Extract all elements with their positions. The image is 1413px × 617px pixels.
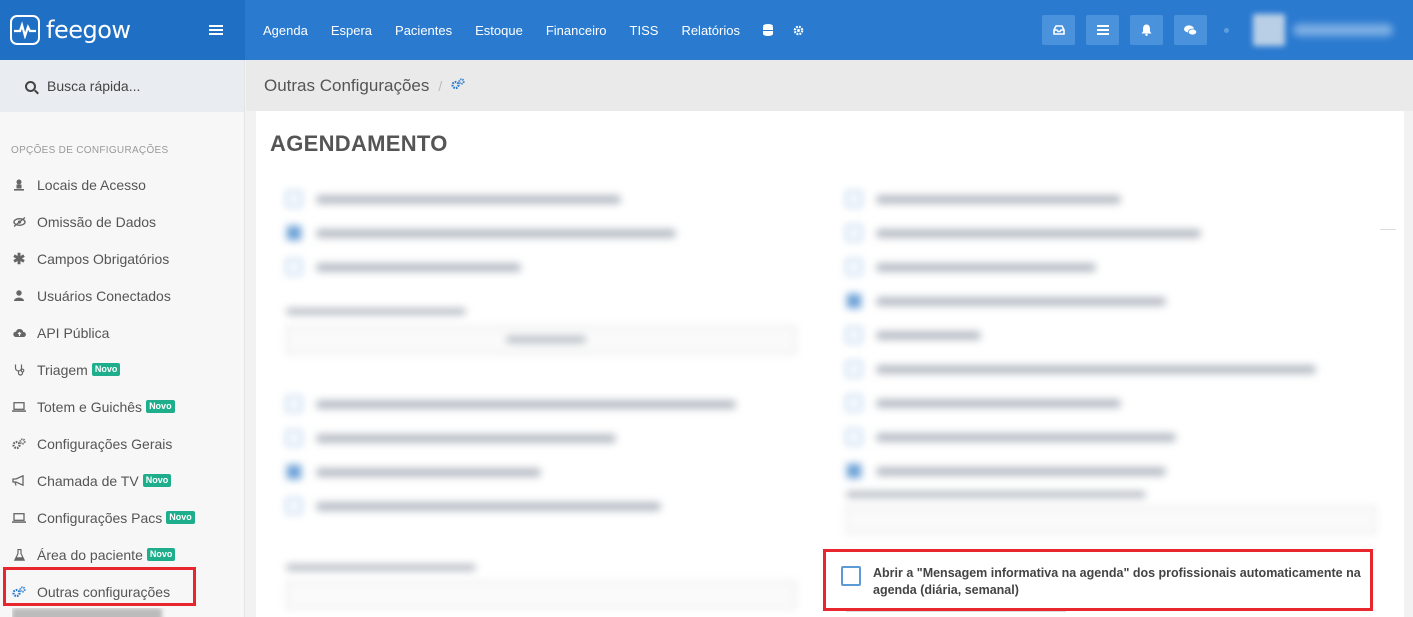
new-badge: Novo (142, 474, 172, 487)
sidebar-item-totem-e-guiches[interactable]: Totem e Guichês Novo (0, 388, 244, 425)
brand-name[interactable]: feegow (46, 16, 131, 44)
bullhorn-icon (12, 475, 26, 486)
nav-pacientes[interactable]: Pacientes (395, 23, 452, 38)
highlighted-option-box: Abrir a "Mensagem informativa na agenda"… (823, 549, 1373, 611)
hamburger-menu-icon[interactable] (209, 25, 223, 35)
scroll-indicator (1380, 229, 1396, 230)
search-placeholder: Busca rápida... (47, 78, 141, 94)
sidebar-item-label: Usuários Conectados (37, 287, 171, 304)
open-message-checkbox[interactable] (841, 566, 861, 586)
nav-financeiro[interactable]: Financeiro (546, 23, 607, 38)
laptop-icon (12, 401, 26, 412)
cogs-icon (12, 437, 26, 450)
nav-relatorios[interactable]: Relatórios (681, 23, 740, 38)
blurred-settings-right (826, 111, 1404, 617)
sidebar: Busca rápida... OPÇÕES DE CONFIGURAÇÕES … (0, 60, 245, 617)
topbar-right (1042, 0, 1413, 60)
avatar[interactable] (1253, 14, 1285, 46)
sidebar-list: Locais de Acesso Omissão de Dados ✱ Camp… (0, 166, 244, 610)
flask-icon (12, 548, 26, 561)
top-navbar: feegow Agenda Espera Pacientes Estoque F… (0, 0, 1413, 60)
new-badge: Novo (91, 363, 121, 376)
inbox-icon[interactable] (1042, 15, 1075, 45)
nav-espera[interactable]: Espera (331, 23, 372, 38)
breadcrumb-separator: / (438, 77, 443, 94)
database-icon[interactable] (762, 24, 773, 36)
stethoscope-icon (12, 364, 26, 376)
sidebar-highlight-box (3, 567, 196, 606)
blurred-settings-left (256, 111, 816, 617)
open-message-label[interactable]: Abrir a "Mensagem informativa na agenda"… (873, 565, 1368, 599)
asterisk-icon: ✱ (12, 250, 26, 268)
cogs-icon (451, 78, 465, 93)
new-badge: Novo (146, 400, 175, 413)
sidebar-item-configuracoes-gerais[interactable]: Configurações Gerais (0, 425, 244, 462)
laptop-icon (12, 512, 26, 523)
gear-icon[interactable] (793, 25, 804, 36)
list-icon[interactable] (1086, 15, 1119, 45)
user-pin-icon (12, 179, 26, 191)
sidebar-item-label: Área do paciente (37, 546, 143, 563)
settings-panel: AGENDAMENTO (256, 111, 1404, 617)
sidebar-item-label: Campos Obrigatórios (37, 250, 170, 267)
sidebar-item-locais-de-acesso[interactable]: Locais de Acesso (0, 166, 244, 203)
breadcrumb: Outras Configurações / (246, 60, 1413, 111)
nav-tiss[interactable]: TISS (630, 23, 659, 38)
sidebar-item-label: Triagem (37, 361, 88, 378)
feegow-logo-icon[interactable] (10, 15, 40, 45)
sidebar-item-label: Locais de Acesso (37, 176, 146, 193)
sidebar-item-label: API Pública (37, 324, 110, 341)
sidebar-item-chamada-de-tv[interactable]: Chamada de TV Novo (0, 462, 244, 499)
brand: feegow (0, 0, 245, 60)
sidebar-item-label: Omissão de Dados (37, 213, 157, 230)
new-badge: Novo (166, 511, 195, 524)
nav-estoque[interactable]: Estoque (475, 23, 523, 38)
sidebar-item-label: Totem e Guichês (37, 398, 143, 415)
page-title: Outras Configurações (264, 75, 430, 95)
sidebar-item-triagem[interactable]: Triagem Novo (0, 351, 244, 388)
sidebar-item-label: Chamada de TV (37, 472, 139, 489)
status-dot (1224, 27, 1229, 33)
sidebar-item-usuarios-conectados[interactable]: Usuários Conectados (0, 277, 244, 314)
user-name-blurred[interactable] (1293, 24, 1393, 36)
user-icon (12, 290, 26, 301)
sidebar-item-campos-obrigatorios[interactable]: ✱ Campos Obrigatórios (0, 240, 244, 277)
nav-agenda[interactable]: Agenda (263, 23, 308, 38)
sidebar-item-omissao-de-dados[interactable]: Omissão de Dados (0, 203, 244, 240)
eye-slash-icon (12, 216, 26, 227)
main-nav: Agenda Espera Pacientes Estoque Financei… (263, 0, 824, 60)
new-badge: Novo (146, 548, 176, 561)
bell-icon[interactable] (1130, 15, 1163, 45)
sidebar-item-label: Configurações Gerais (37, 435, 173, 452)
sidebar-item-label: Configurações Pacs (37, 509, 163, 526)
sidebar-item-partial-hidden[interactable] (12, 608, 172, 617)
search-icon (25, 80, 36, 92)
divider (846, 611, 1066, 612)
cloud-icon (12, 328, 26, 338)
sidebar-item-configuracoes-pacs[interactable]: Configurações Pacs Novo (0, 499, 244, 536)
quick-search[interactable]: Busca rápida... (0, 60, 244, 112)
sidebar-section-title: OPÇÕES DE CONFIGURAÇÕES (11, 145, 169, 156)
sidebar-item-api-publica[interactable]: API Pública (0, 314, 244, 351)
chat-icon[interactable] (1174, 15, 1207, 45)
